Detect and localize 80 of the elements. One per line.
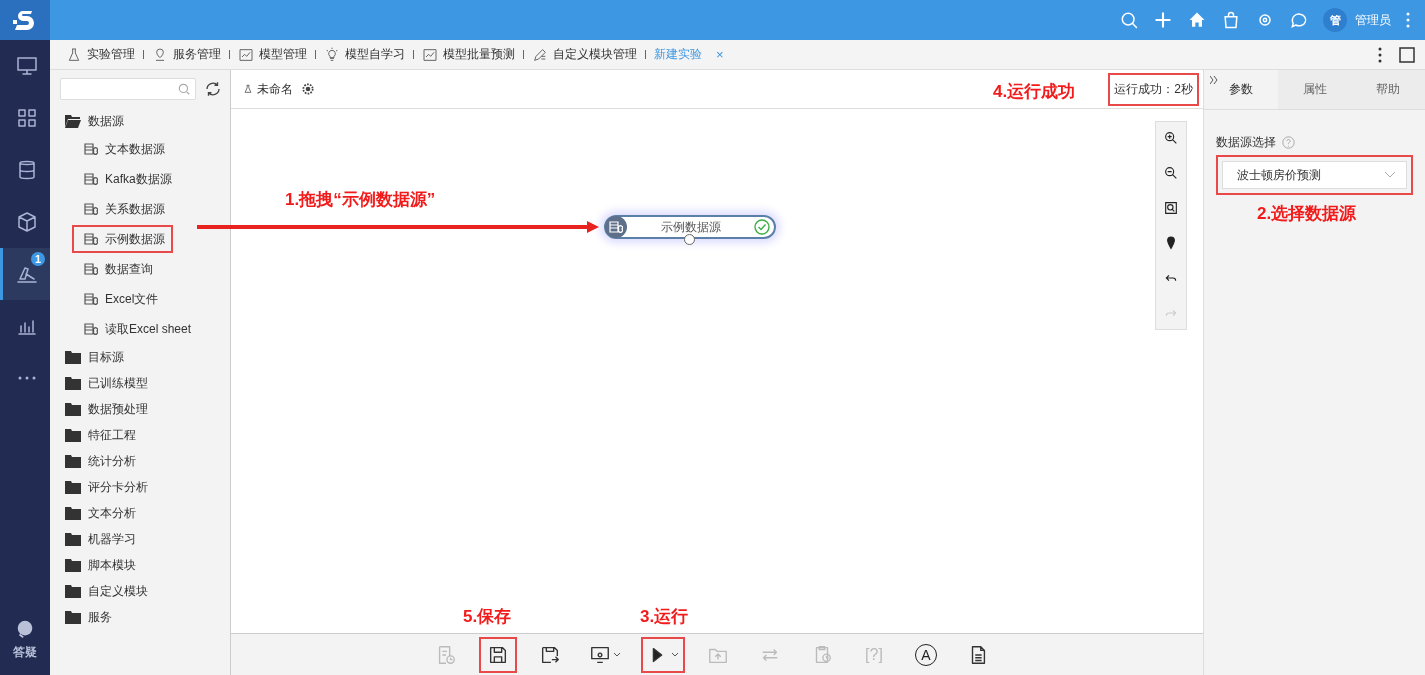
chart-icon (238, 46, 254, 63)
annotation-label: 5.保存 (463, 606, 512, 628)
monitor-icon (14, 54, 39, 78)
bulb-icon (324, 46, 340, 63)
bag-icon[interactable] (1221, 10, 1241, 30)
annotation-label: 2.选择数据源 (1257, 203, 1357, 225)
chat-icon[interactable] (1289, 10, 1309, 30)
data-source-icon (84, 202, 98, 216)
chart-icon (422, 46, 438, 63)
tree-folder[interactable]: 特征工程 (50, 422, 230, 448)
tree-item[interactable]: 数据查询 (72, 255, 161, 283)
tree-folder[interactable]: 评分卡分析 (50, 474, 230, 500)
tree-folder[interactable]: 文本分析 (50, 500, 230, 526)
panel-tab[interactable]: 帮助 (1351, 70, 1425, 109)
field-label: 数据源选择 (1216, 134, 1276, 151)
tab[interactable]: 模型自学习 (324, 46, 405, 63)
data-source-icon (84, 142, 98, 156)
panel-tab[interactable]: 属性 (1277, 70, 1352, 109)
tab[interactable]: 模型管理 (238, 46, 307, 63)
annotation-label: 1.拖拽“示例数据源” (285, 189, 436, 211)
tree-folder[interactable]: 服务 (50, 604, 230, 630)
tree-item[interactable]: 示例数据源 (72, 225, 173, 253)
output-port[interactable] (684, 234, 695, 245)
tree-folder[interactable]: 目标源 (50, 344, 230, 370)
annotation-label: 3.运行 (640, 606, 689, 628)
logo-icon[interactable] (0, 0, 50, 40)
tree-item[interactable]: 读取Excel sheet (72, 315, 200, 343)
caret-icon (671, 651, 679, 658)
count-badge: 1 (31, 252, 45, 266)
home-icon[interactable] (1187, 10, 1207, 30)
maximize-icon[interactable] (1399, 46, 1415, 63)
data-source-icon (605, 216, 627, 238)
tree-folder[interactable]: 数据源 (50, 108, 230, 134)
tree-folder[interactable]: 数据预处理 (50, 396, 230, 422)
tree-folder[interactable]: 已训练模型 (50, 370, 230, 396)
search-icon (177, 82, 191, 96)
collapse-icon[interactable] (1210, 76, 1218, 84)
canvas-node[interactable]: 示例数据源 (604, 215, 776, 239)
run-status: 运行成功：2秒 (1108, 72, 1199, 106)
data-source-icon (84, 232, 98, 246)
data-source-icon (84, 322, 98, 336)
circle-button[interactable]: A (907, 636, 945, 673)
panel-tab[interactable]: 参数 (1204, 70, 1278, 109)
refresh-icon[interactable] (204, 80, 222, 98)
tab[interactable]: 模型批量预测 (422, 46, 515, 63)
fit-view-icon[interactable] (1163, 200, 1179, 216)
tree-folder[interactable]: 统计分析 (50, 448, 230, 474)
search-icon[interactable] (1119, 10, 1139, 30)
flask-icon (243, 84, 253, 94)
tree-item[interactable]: Kafka数据源 (72, 165, 180, 193)
tree-item[interactable]: 文本数据源 (72, 135, 173, 163)
toolbar-button[interactable] (641, 636, 685, 673)
flask-icon (66, 46, 82, 63)
tree-folder[interactable]: 机器学习 (50, 526, 230, 552)
pencil-icon (532, 46, 548, 63)
toolbar-button[interactable] (479, 636, 517, 673)
tree-item[interactable]: Excel文件 (72, 285, 167, 313)
tab[interactable]: 服务管理 (152, 46, 221, 63)
check-icon (754, 219, 770, 235)
zoom-in-icon[interactable] (1163, 130, 1179, 146)
search-field[interactable] (60, 78, 196, 100)
tab[interactable]: 实验管理 (66, 46, 135, 63)
zoom-out-icon[interactable] (1163, 165, 1179, 181)
data-source-icon (84, 292, 98, 306)
tab[interactable]: 自定义模块管理 (532, 46, 637, 63)
data-source-icon (84, 262, 98, 276)
tree-folder[interactable]: 自定义模块 (50, 578, 230, 604)
data-source-select[interactable]: 波士顿房价预测 (1222, 161, 1407, 189)
more-icon[interactable] (1377, 46, 1383, 63)
add-icon[interactable] (1153, 10, 1173, 30)
more-icon (17, 376, 36, 380)
caret-icon (613, 651, 621, 658)
chevron-down-icon (1384, 171, 1396, 179)
experiment-title: 未命名 (257, 80, 293, 98)
annotation-label: 4.运行成功 (993, 81, 1076, 103)
tree-folder[interactable]: 脚本模块 (50, 552, 230, 578)
data-source-icon (84, 172, 98, 186)
user-avatar[interactable]: 管 (1323, 8, 1347, 32)
tree-item[interactable]: 关系数据源 (72, 195, 173, 223)
help-nav-item[interactable]: 答疑 (0, 618, 50, 675)
